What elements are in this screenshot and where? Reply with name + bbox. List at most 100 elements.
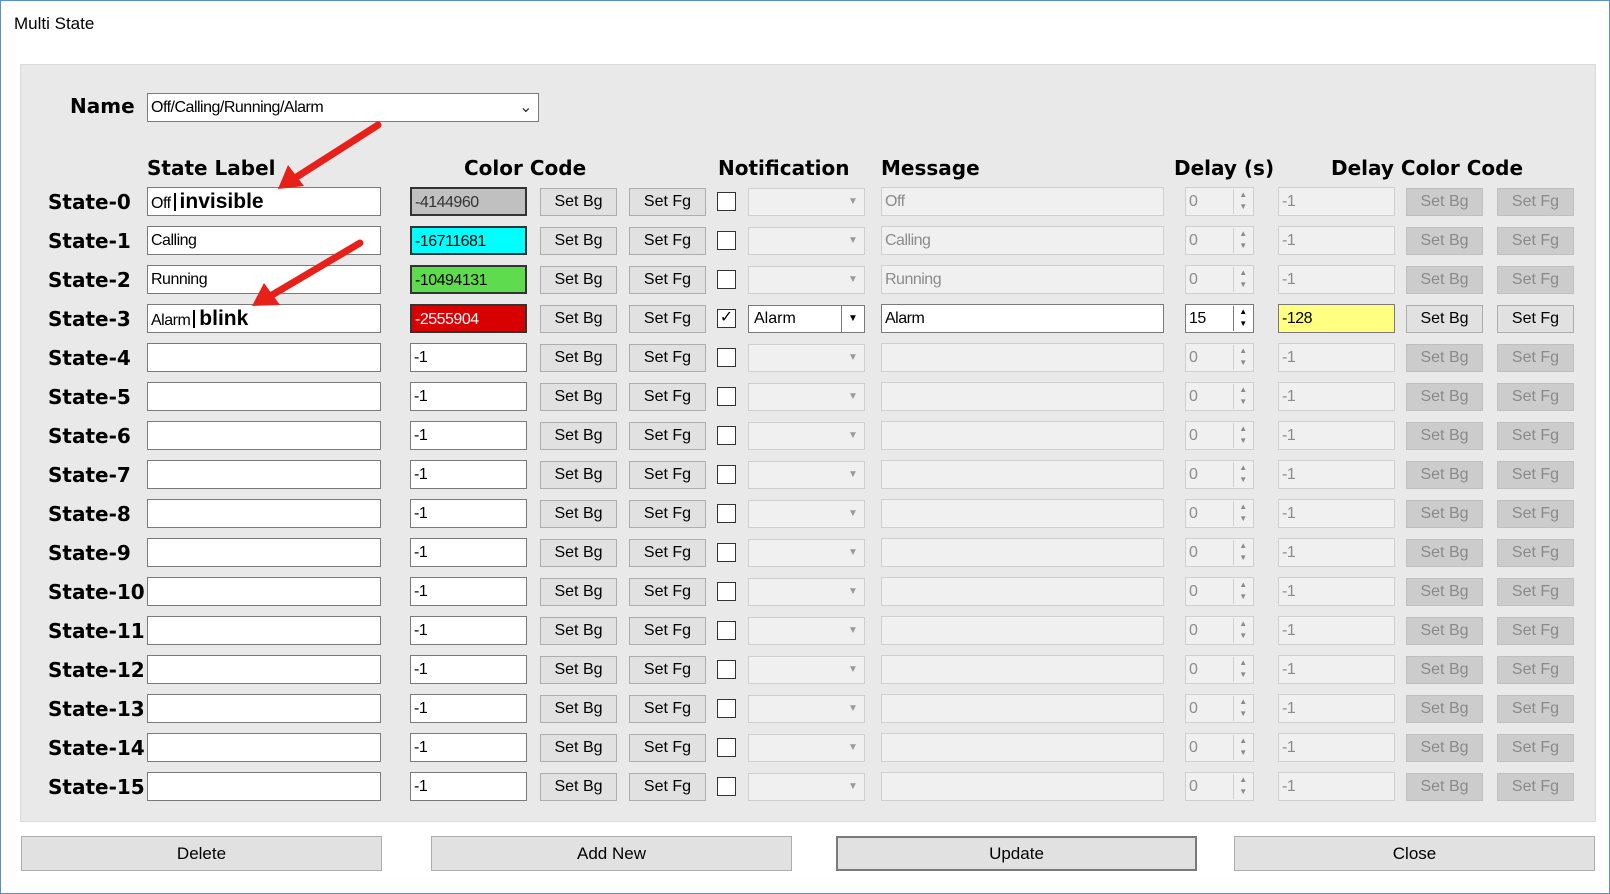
chevron-down-icon[interactable]: ▼ bbox=[842, 267, 864, 293]
delay-set-bg-button[interactable]: Set Bg bbox=[1406, 188, 1483, 216]
spinner-arrows-icon[interactable]: ▲ ▼ bbox=[1233, 228, 1252, 253]
state-label-input[interactable] bbox=[147, 733, 381, 762]
notification-select[interactable]: ▼ bbox=[748, 227, 865, 255]
set-bg-button[interactable]: Set Bg bbox=[540, 188, 617, 216]
delay-spinner[interactable]: 0 ▲ ▼ bbox=[1185, 655, 1254, 684]
notification-checkbox[interactable] bbox=[717, 582, 736, 601]
color-code-input[interactable]: -1 bbox=[410, 499, 527, 528]
state-label-input[interactable]: Alarm blink bbox=[147, 304, 381, 333]
spinner-arrows-icon[interactable]: ▲ ▼ bbox=[1233, 189, 1252, 214]
spinner-arrows-icon[interactable]: ▲ ▼ bbox=[1233, 462, 1252, 487]
delay-set-fg-button[interactable]: Set Fg bbox=[1497, 500, 1574, 528]
delay-set-fg-button[interactable]: Set Fg bbox=[1497, 383, 1574, 411]
notification-checkbox[interactable] bbox=[717, 699, 736, 718]
message-input[interactable]: Calling bbox=[881, 226, 1164, 255]
delay-set-bg-button[interactable]: Set Bg bbox=[1406, 695, 1483, 723]
delay-set-bg-button[interactable]: Set Bg bbox=[1406, 617, 1483, 645]
notification-checkbox[interactable] bbox=[717, 192, 736, 211]
set-fg-button[interactable]: Set Fg bbox=[629, 695, 706, 723]
message-input[interactable] bbox=[881, 460, 1164, 489]
delay-set-fg-button[interactable]: Set Fg bbox=[1497, 734, 1574, 762]
delay-spinner[interactable]: 15 ▲ ▼ bbox=[1185, 304, 1254, 333]
notification-select[interactable]: ▼ bbox=[748, 617, 865, 645]
set-fg-button[interactable]: Set Fg bbox=[629, 383, 706, 411]
notification-checkbox[interactable] bbox=[717, 387, 736, 406]
message-input[interactable] bbox=[881, 382, 1164, 411]
message-input[interactable]: Running bbox=[881, 265, 1164, 294]
notification-select[interactable]: Alarm ▼ bbox=[748, 305, 865, 333]
set-bg-button[interactable]: Set Bg bbox=[540, 656, 617, 684]
notification-select[interactable]: ▼ bbox=[748, 383, 865, 411]
notification-select[interactable]: ▼ bbox=[748, 578, 865, 606]
delay-set-bg-button[interactable]: Set Bg bbox=[1406, 500, 1483, 528]
notification-checkbox[interactable] bbox=[717, 543, 736, 562]
state-label-input[interactable]: Running bbox=[147, 265, 381, 294]
chevron-down-icon[interactable]: ▼ bbox=[841, 306, 864, 332]
notification-checkbox[interactable] bbox=[717, 348, 736, 367]
message-input[interactable] bbox=[881, 694, 1164, 723]
delay-color-input[interactable]: -128 bbox=[1278, 304, 1395, 333]
delay-spinner[interactable]: 0 ▲ ▼ bbox=[1185, 226, 1254, 255]
spinner-arrows-icon[interactable]: ▲ ▼ bbox=[1233, 579, 1252, 604]
delay-color-input[interactable]: -1 bbox=[1278, 343, 1395, 372]
notification-select[interactable]: ▼ bbox=[748, 461, 865, 489]
state-label-input[interactable] bbox=[147, 421, 381, 450]
chevron-down-icon[interactable]: ▼ bbox=[842, 345, 864, 371]
delay-set-fg-button[interactable]: Set Fg bbox=[1497, 656, 1574, 684]
set-fg-button[interactable]: Set Fg bbox=[629, 188, 706, 216]
color-code-input[interactable]: -4144960 bbox=[410, 187, 527, 216]
chevron-down-icon[interactable]: ▼ bbox=[842, 384, 864, 410]
notification-checkbox[interactable] bbox=[717, 426, 736, 445]
delay-spinner[interactable]: 0 ▲ ▼ bbox=[1185, 187, 1254, 216]
color-code-input[interactable]: -2555904 bbox=[410, 304, 527, 333]
message-input[interactable]: Alarm bbox=[881, 304, 1164, 333]
set-fg-button[interactable]: Set Fg bbox=[629, 539, 706, 567]
delay-set-fg-button[interactable]: Set Fg bbox=[1497, 617, 1574, 645]
notification-checkbox[interactable] bbox=[717, 504, 736, 523]
delay-set-fg-button[interactable]: Set Fg bbox=[1497, 188, 1574, 216]
chevron-down-icon[interactable]: ▼ bbox=[842, 618, 864, 644]
delay-color-input[interactable]: -1 bbox=[1278, 226, 1395, 255]
set-fg-button[interactable]: Set Fg bbox=[629, 500, 706, 528]
chevron-down-icon[interactable]: ▼ bbox=[842, 735, 864, 761]
delay-spinner[interactable]: 0 ▲ ▼ bbox=[1185, 616, 1254, 645]
state-label-input[interactable] bbox=[147, 382, 381, 411]
spinner-arrows-icon[interactable]: ▲ ▼ bbox=[1233, 345, 1252, 370]
color-code-input[interactable]: -1 bbox=[410, 460, 527, 489]
delay-spinner[interactable]: 0 ▲ ▼ bbox=[1185, 460, 1254, 489]
delete-button[interactable]: Delete bbox=[21, 836, 382, 871]
color-code-input[interactable]: -1 bbox=[410, 577, 527, 606]
delay-set-bg-button[interactable]: Set Bg bbox=[1406, 656, 1483, 684]
color-code-input[interactable]: -1 bbox=[410, 538, 527, 567]
delay-color-input[interactable]: -1 bbox=[1278, 655, 1395, 684]
state-label-input[interactable] bbox=[147, 772, 381, 801]
set-bg-button[interactable]: Set Bg bbox=[540, 344, 617, 372]
set-fg-button[interactable]: Set Fg bbox=[629, 344, 706, 372]
set-bg-button[interactable]: Set Bg bbox=[540, 773, 617, 801]
delay-color-input[interactable]: -1 bbox=[1278, 577, 1395, 606]
spinner-arrows-icon[interactable]: ▲ ▼ bbox=[1233, 501, 1252, 526]
delay-set-bg-button[interactable]: Set Bg bbox=[1406, 461, 1483, 489]
spinner-arrows-icon[interactable]: ▲ ▼ bbox=[1233, 423, 1252, 448]
spinner-arrows-icon[interactable]: ▲ ▼ bbox=[1233, 618, 1252, 643]
spinner-arrows-icon[interactable]: ▲ ▼ bbox=[1233, 267, 1252, 292]
set-bg-button[interactable]: Set Bg bbox=[540, 500, 617, 528]
delay-spinner[interactable]: 0 ▲ ▼ bbox=[1185, 343, 1254, 372]
delay-spinner[interactable]: 0 ▲ ▼ bbox=[1185, 538, 1254, 567]
set-bg-button[interactable]: Set Bg bbox=[540, 461, 617, 489]
set-fg-button[interactable]: Set Fg bbox=[629, 617, 706, 645]
set-fg-button[interactable]: Set Fg bbox=[629, 656, 706, 684]
set-bg-button[interactable]: Set Bg bbox=[540, 227, 617, 255]
delay-set-fg-button[interactable]: Set Fg bbox=[1497, 695, 1574, 723]
set-fg-button[interactable]: Set Fg bbox=[629, 578, 706, 606]
chevron-down-icon[interactable]: ▼ bbox=[842, 189, 864, 215]
delay-spinner[interactable]: 0 ▲ ▼ bbox=[1185, 265, 1254, 294]
delay-set-fg-button[interactable]: Set Fg bbox=[1497, 422, 1574, 450]
color-code-input[interactable]: -1 bbox=[410, 421, 527, 450]
delay-set-fg-button[interactable]: Set Fg bbox=[1497, 227, 1574, 255]
notification-select[interactable]: ▼ bbox=[748, 188, 865, 216]
spinner-arrows-icon[interactable]: ▲ ▼ bbox=[1233, 735, 1252, 760]
color-code-input[interactable]: -1 bbox=[410, 382, 527, 411]
message-input[interactable] bbox=[881, 772, 1164, 801]
spinner-arrows-icon[interactable]: ▲ ▼ bbox=[1233, 696, 1252, 721]
